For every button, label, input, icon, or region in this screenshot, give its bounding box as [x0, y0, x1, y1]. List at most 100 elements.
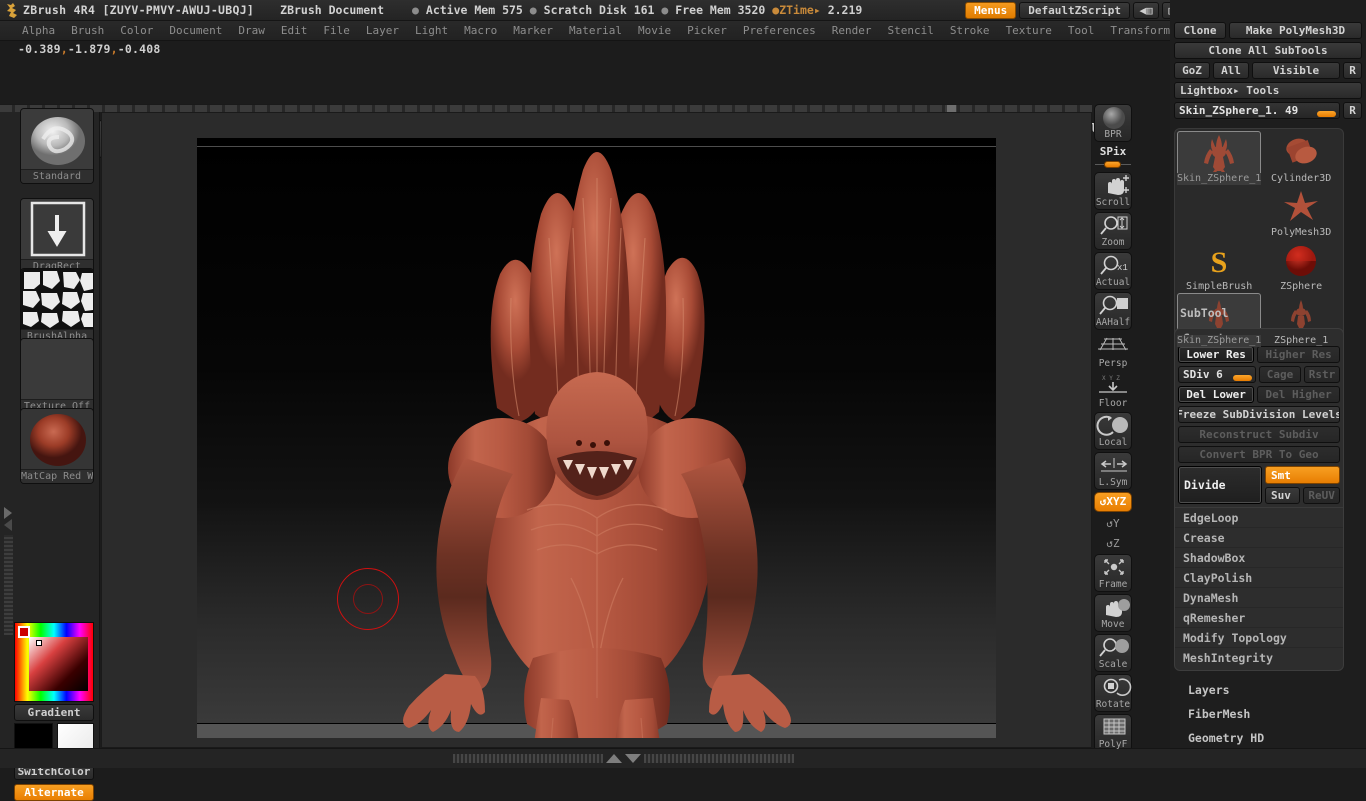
zscript-button[interactable]: DefaultZScript — [1019, 2, 1130, 19]
freeze-subdivision-button[interactable]: Freeze SubDivision Levels — [1178, 406, 1340, 423]
menu-item-edit[interactable]: Edit — [273, 22, 316, 39]
frame-button[interactable]: Frame — [1094, 554, 1132, 592]
polyframe-button[interactable]: PolyF — [1094, 714, 1132, 752]
rotate-nav-button[interactable]: Rotate — [1094, 674, 1132, 712]
menu-item-marker[interactable]: Marker — [505, 22, 561, 39]
make-polymesh3d-button[interactable]: Make PolyMesh3D — [1229, 22, 1362, 39]
move-nav-button[interactable]: Move — [1094, 594, 1132, 632]
section-qremesher[interactable]: qRemesher — [1175, 608, 1343, 628]
alpha-swatch[interactable]: BrushAlpha — [20, 268, 94, 344]
smt-button[interactable]: Smt — [1265, 466, 1340, 484]
lightbox-tools-button[interactable]: Lightbox▸ Tools — [1174, 82, 1362, 99]
menu-item-render[interactable]: Render — [824, 22, 880, 39]
section-crease[interactable]: Crease — [1175, 528, 1343, 548]
bottom-grip-left[interactable] — [452, 754, 603, 763]
menu-item-file[interactable]: File — [315, 22, 358, 39]
texture-swatch[interactable]: Texture Off — [20, 338, 94, 414]
scroll-down-icon[interactable] — [624, 754, 641, 763]
stroke-swatch[interactable]: DragRect — [20, 198, 94, 274]
sdiv-knob[interactable] — [1233, 375, 1252, 381]
zoom-button[interactable]: Zoom — [1094, 212, 1132, 250]
menu-item-picker[interactable]: Picker — [679, 22, 735, 39]
left-shelf-scroll[interactable] — [4, 507, 14, 657]
goz-visible-button[interactable]: Visible — [1252, 62, 1340, 79]
section-dynamesh[interactable]: DynaMesh — [1175, 588, 1343, 608]
menu-item-alpha[interactable]: Alpha — [14, 22, 63, 39]
tool-item-skin-zsphere-1[interactable]: Skin_ZSphere_1 — [1177, 131, 1262, 185]
section-edgeloop[interactable]: EdgeLoop — [1175, 508, 1343, 528]
scale-nav-button[interactable]: Scale — [1094, 634, 1132, 672]
spix-slider[interactable] — [1095, 160, 1131, 168]
suv-button[interactable]: Suv — [1265, 487, 1301, 504]
color-picker[interactable] — [14, 622, 94, 702]
local-button[interactable]: Local — [1094, 412, 1132, 450]
menu-item-color[interactable]: Color — [112, 22, 161, 39]
menu-item-material[interactable]: Material — [561, 22, 630, 39]
menu-item-document[interactable]: Document — [161, 22, 230, 39]
brush-swatch[interactable]: Standard — [20, 108, 94, 184]
goz-all-button[interactable]: All — [1213, 62, 1249, 79]
menu-item-tool[interactable]: Tool — [1060, 22, 1103, 39]
material-swatch[interactable]: MatCap Red Wa — [20, 408, 94, 484]
menu-item-texture[interactable]: Texture — [998, 22, 1060, 39]
current-tool-slider-knob[interactable] — [1317, 111, 1336, 117]
menu-item-preferences[interactable]: Preferences — [735, 22, 824, 39]
toolbar-resize-strip[interactable] — [0, 104, 1092, 113]
tool-item-polymesh3d[interactable]: PolyMesh3D — [1261, 185, 1341, 239]
menu-item-macro[interactable]: Macro — [456, 22, 505, 39]
menu-item-brush[interactable]: Brush — [63, 22, 112, 39]
clone-button[interactable]: Clone — [1174, 22, 1226, 39]
alternate-button[interactable]: Alternate — [14, 784, 94, 801]
section-modify-topology[interactable]: Modify Topology — [1175, 628, 1343, 648]
bpr-render-button[interactable]: BPR — [1094, 104, 1132, 142]
scroll-grip[interactable] — [4, 535, 13, 635]
xyz-rotation-button[interactable]: ↺XYZ — [1094, 492, 1132, 512]
section-claypolish[interactable]: ClayPolish — [1175, 568, 1343, 588]
scroll-left-icon[interactable]: ◀▥ — [1133, 2, 1159, 19]
document-canvas[interactable] — [197, 138, 996, 738]
aahalf-button[interactable]: AAHalf — [1094, 292, 1132, 330]
tool-item-zsphere[interactable]: ZSphere — [1261, 239, 1341, 293]
tool-item-cylinder3d[interactable]: Cylinder3D — [1261, 131, 1341, 185]
tool-item-blank[interactable] — [1177, 185, 1261, 239]
spix-knob[interactable] — [1104, 161, 1121, 168]
floor-button[interactable]: X Y Z Floor — [1094, 372, 1132, 410]
menu-item-draw[interactable]: Draw — [230, 22, 273, 39]
lower-res-button[interactable]: Lower Res — [1178, 346, 1255, 363]
subtool-section-header[interactable]: SubTool — [1170, 303, 1366, 322]
bottom-grip-right[interactable] — [643, 754, 794, 763]
rotate-z-button[interactable]: ↺ Z — [1102, 534, 1124, 552]
section-geometry-hd[interactable]: Geometry HD — [1170, 726, 1366, 750]
scroll-left-arrow-icon[interactable] — [4, 519, 12, 531]
goz-r-button[interactable]: R — [1343, 62, 1362, 79]
tool-item-simplebrush[interactable]: S SimpleBrush — [1177, 239, 1261, 293]
section-fibermesh[interactable]: FiberMesh — [1170, 702, 1366, 726]
canvas-area[interactable] — [101, 112, 1092, 748]
menu-item-layer[interactable]: Layer — [358, 22, 407, 39]
rotate-y-button[interactable]: ↺ Y — [1102, 514, 1124, 532]
menu-item-stroke[interactable]: Stroke — [942, 22, 998, 39]
tool-r-button[interactable]: R — [1343, 102, 1362, 119]
scroll-up-icon[interactable] — [605, 754, 622, 763]
local-symmetry-button[interactable]: L.Sym — [1094, 452, 1132, 490]
menu-item-movie[interactable]: Movie — [630, 22, 679, 39]
goz-button[interactable]: GoZ — [1174, 62, 1210, 79]
scroll-button[interactable]: Scroll — [1094, 172, 1132, 210]
section-meshintegrity[interactable]: MeshIntegrity — [1175, 648, 1343, 668]
clone-all-subtools-button[interactable]: Clone All SubTools — [1174, 42, 1362, 59]
current-tool-name[interactable]: Skin_ZSphere_1. 49 — [1174, 102, 1340, 119]
menu-item-transform[interactable]: Transform — [1102, 22, 1178, 39]
menus-button[interactable]: Menus — [965, 2, 1017, 19]
divide-button[interactable]: Divide — [1178, 466, 1262, 504]
section-layers[interactable]: Layers — [1170, 678, 1366, 702]
perspective-button[interactable]: Persp — [1094, 332, 1132, 370]
del-lower-button[interactable]: Del Lower — [1178, 386, 1255, 403]
sdiv-slider[interactable]: SDiv 6 — [1178, 366, 1256, 383]
bottom-scroll-controls[interactable] — [452, 754, 794, 763]
menu-item-light[interactable]: Light — [407, 22, 456, 39]
section-shadowbox[interactable]: ShadowBox — [1175, 548, 1343, 568]
scroll-right-arrow-icon[interactable] — [4, 507, 12, 519]
gradient-button[interactable]: Gradient — [14, 704, 94, 721]
menu-item-stencil[interactable]: Stencil — [879, 22, 941, 39]
actual-size-button[interactable]: x1 Actual — [1094, 252, 1132, 290]
